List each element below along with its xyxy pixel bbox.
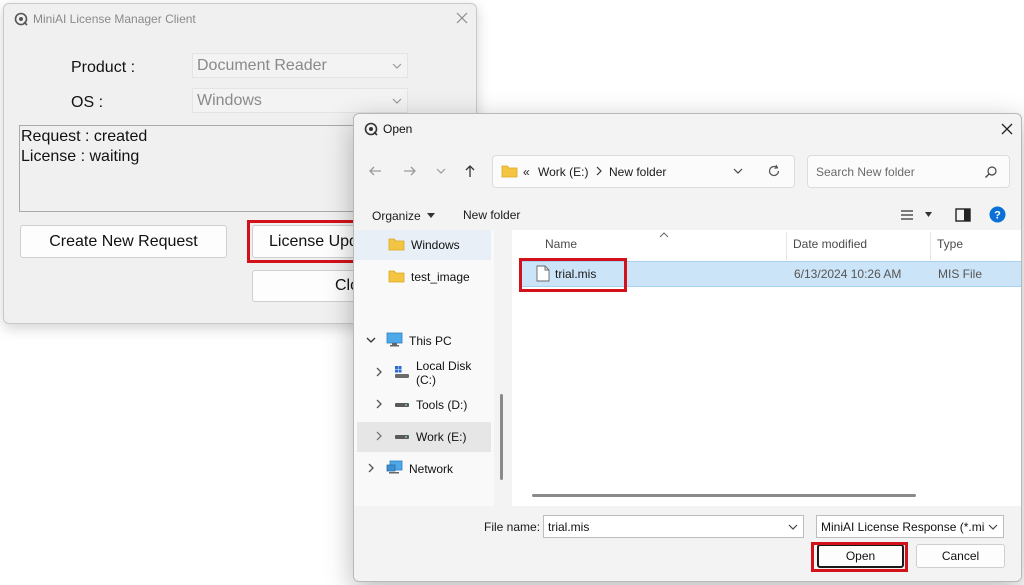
file-list-scrollbar[interactable] [532,494,916,497]
search-box[interactable]: Search New folder [807,155,1010,188]
chevron-down-icon[interactable] [787,521,799,536]
nav-item-test-image[interactable]: test_image [354,262,491,292]
nav-item-local-disk[interactable]: Local Disk (C:) [354,358,491,388]
file-date: 6/13/2024 10:26 AM [794,267,902,281]
os-select-value: Windows [197,92,262,109]
close-button[interactable]: Clo [252,270,360,302]
column-header-name[interactable]: Name [545,237,577,251]
chevron-down-icon [391,94,403,112]
open-file-dialog: Open « Work (E:) New folder Search New f… [353,113,1022,582]
help-icon[interactable]: ? [989,206,1006,226]
chevron-down-icon [391,59,403,77]
chevron-down-icon[interactable] [366,334,376,348]
license-update-highlight [247,220,359,263]
nav-item-label: Tools (D:) [416,398,468,412]
folder-icon [501,164,518,181]
refresh-icon[interactable] [767,164,781,181]
folder-icon [388,269,405,286]
network-icon [386,460,403,478]
recent-locations-chevron-icon[interactable] [430,160,452,182]
breadcrumb-work-drive[interactable]: Work (E:) [538,165,588,179]
nav-item-work-drive[interactable]: Work (E:) [357,422,491,452]
os-select[interactable]: Windows [192,88,408,113]
search-input[interactable]: Search New folder [816,165,915,179]
dialog-title-text: Open [383,122,413,136]
search-icon[interactable] [984,165,998,182]
nav-item-label: This PC [409,334,452,348]
drive-icon [394,398,410,412]
chevron-right-icon[interactable] [366,462,376,476]
cancel-button[interactable]: Cancel [916,544,1005,568]
product-label: Product : [71,59,136,76]
dialog-title: Open [364,122,412,139]
nav-item-network[interactable]: Network [354,454,491,484]
command-bar: Organize New folder ? [354,200,1021,230]
back-arrow-icon[interactable] [364,160,386,182]
dialog-footer: File name: trial.mis MiniAI License Resp… [354,506,1021,581]
svg-text:?: ? [994,210,1001,222]
chevron-down-icon [985,521,999,536]
navigation-pane: Windows test_image This PC Local Disk (C… [354,230,494,506]
trial-file-highlight [519,258,627,292]
breadcrumb-new-folder[interactable]: New folder [609,165,666,179]
file-type-select-value: MiniAI License Response (*.mis [821,520,991,534]
open-button-highlight [811,542,908,572]
file-name-input-value: trial.mis [548,520,590,534]
os-label: OS : [71,94,104,111]
chevron-right-icon[interactable] [374,430,384,444]
nav-item-label: Work (E:) [416,430,467,444]
nav-item-this-pc[interactable]: This PC [354,326,491,356]
folder-icon [388,237,405,254]
address-bar[interactable]: « Work (E:) New folder [492,155,795,188]
new-folder-button[interactable]: New folder [463,208,520,222]
file-name-input[interactable]: trial.mis [543,515,804,538]
caret-down-icon [427,208,436,222]
close-icon[interactable] [454,10,470,26]
chevron-right-icon[interactable] [374,366,384,380]
product-select-value: Document Reader [197,57,327,74]
forward-arrow-icon[interactable] [399,160,421,182]
drive-icon [394,430,410,444]
address-history-chevron-icon[interactable] [732,165,744,180]
breadcrumb-separator-icon [594,164,604,181]
create-request-button[interactable]: Create New Request [20,225,227,258]
nav-pane-scrollbar[interactable] [500,394,503,480]
column-header-type[interactable]: Type [937,237,963,251]
pc-icon [386,332,403,350]
close-icon[interactable] [999,121,1015,137]
nav-item-label: Windows [411,238,460,252]
windows-drive-icon [394,365,410,382]
file-name-label: File name: [484,520,541,534]
organize-label: Organize [372,209,421,223]
nav-item-label: Network [409,462,454,476]
chevron-right-icon[interactable] [374,398,384,412]
nav-item-label: Local Disk (C:) [416,359,472,387]
window-title: MiniAI License Manager Client [14,12,196,29]
app-logo-icon [364,122,378,139]
breadcrumb-overflow[interactable]: « [523,165,530,179]
product-select[interactable]: Document Reader [192,53,408,78]
view-options-icon[interactable] [900,209,932,224]
organize-button[interactable]: Organize [372,208,436,223]
up-arrow-icon[interactable] [459,160,481,182]
nav-item-tools-drive[interactable]: Tools (D:) [354,390,491,420]
sort-ascending-icon [659,227,669,241]
column-header-date[interactable]: Date modified [793,237,867,251]
window-title-text: MiniAI License Manager Client [33,12,196,26]
preview-pane-icon[interactable] [955,208,971,225]
app-logo-icon [14,12,28,29]
nav-item-label: test_image [411,270,470,284]
file-type: MIS File [938,267,983,281]
nav-item-windows[interactable]: Windows [354,230,491,260]
file-type-select[interactable]: MiniAI License Response (*.mis [816,515,1004,538]
